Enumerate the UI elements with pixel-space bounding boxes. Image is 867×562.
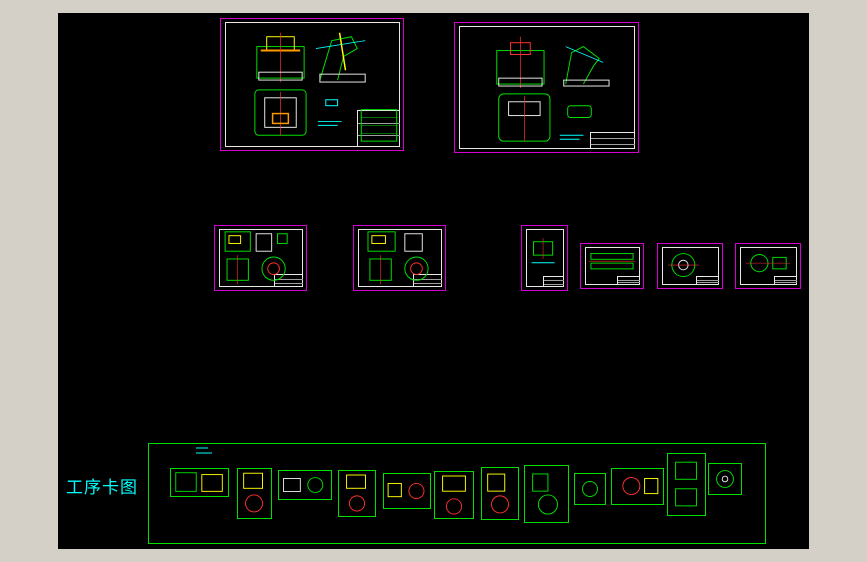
card-geometry [387, 482, 425, 500]
detail-geometry [668, 253, 699, 277]
process-card-3[interactable] [278, 470, 332, 500]
process-card-2[interactable] [237, 468, 272, 519]
drawing-sheet-detail-2[interactable] [580, 243, 644, 289]
card-geometry [532, 473, 558, 515]
process-card-1[interactable] [170, 468, 229, 497]
card-geometry [283, 477, 324, 493]
card-geometry [175, 472, 223, 492]
part-geometry [367, 231, 429, 285]
process-card-5[interactable] [383, 473, 431, 509]
card-geometry [622, 477, 659, 496]
process-card-12[interactable] [708, 463, 742, 495]
section-heading-mark [196, 447, 212, 454]
card-geometry [675, 461, 697, 507]
process-card-4[interactable] [338, 470, 376, 517]
drawing-sheet-detail-4[interactable] [735, 243, 801, 289]
card-geometry [442, 475, 466, 515]
process-card-7[interactable] [481, 467, 519, 520]
detail-geometry [746, 254, 790, 273]
process-card-8[interactable] [524, 465, 569, 523]
card-geometry [582, 481, 598, 497]
part-geometry [224, 231, 288, 285]
detail-geometry [531, 237, 555, 264]
detail-geometry [589, 253, 635, 270]
fixture-assembly-geometry [496, 36, 610, 142]
card-geometry [243, 472, 263, 513]
process-cards-title: 工序卡图 [66, 478, 138, 498]
drawing-sheet-detail-1[interactable] [521, 225, 568, 291]
process-card-10[interactable] [611, 468, 664, 505]
fixture-assembly-geometry [254, 32, 398, 142]
process-card-9[interactable] [574, 473, 606, 505]
process-card-6[interactable] [434, 471, 474, 519]
drawing-sheet-part-b[interactable] [353, 225, 446, 291]
drawing-sheet-detail-3[interactable] [657, 243, 723, 289]
process-card-11[interactable] [667, 453, 706, 516]
card-geometry [487, 473, 509, 514]
drawing-sheet-part-a[interactable] [214, 225, 307, 291]
drawing-sheet-assembly-1[interactable] [220, 18, 404, 151]
drawing-sheet-assembly-2[interactable] [454, 22, 639, 153]
cad-model-space[interactable]: 工序卡图 [58, 13, 809, 549]
card-geometry [346, 474, 366, 512]
card-geometry [716, 470, 734, 488]
